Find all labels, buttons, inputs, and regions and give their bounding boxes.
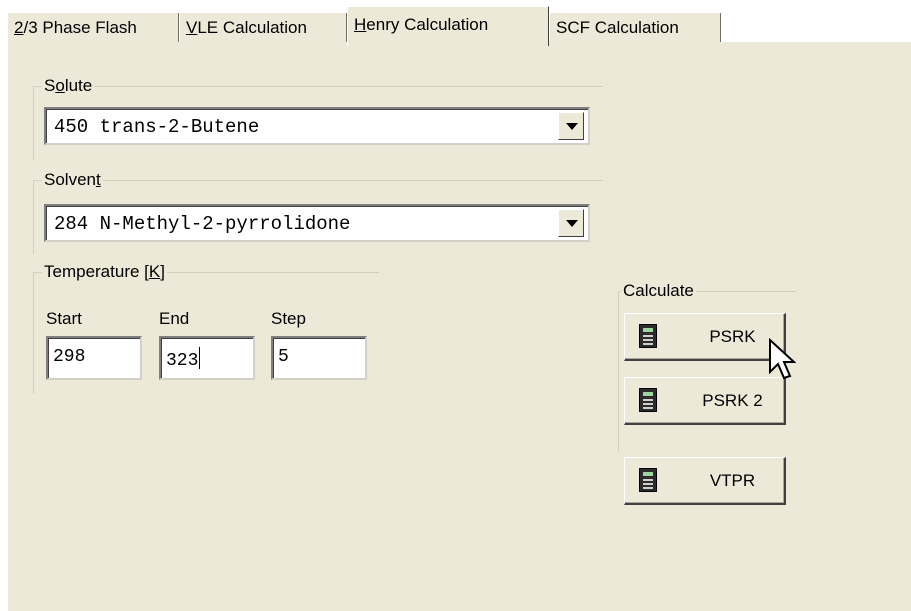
chevron-down-icon[interactable] (558, 209, 584, 237)
tab-vle-mnemonic: V (186, 18, 198, 37)
tab-scf-calculation[interactable]: SCF Calculation (549, 13, 721, 43)
tab-phase-flash[interactable]: 2/3 Phase Flash (8, 13, 179, 43)
psrk2-button-label: PSRK 2 (702, 391, 763, 410)
end-temperature-text: 323 (166, 347, 201, 371)
calculator-icon (639, 468, 657, 492)
step-temperature-input[interactable]: 5 (271, 336, 367, 380)
solute-label: Solute (42, 74, 95, 98)
calculator-icon (639, 324, 657, 348)
tab-scf-label: SCF Calculation (556, 18, 679, 37)
tab-phase-flash-label: /3 Phase Flash (23, 18, 137, 37)
tab-henry-mnemonic: H (354, 15, 367, 34)
end-temperature-input[interactable]: 323 (159, 336, 255, 380)
step-label: Step (271, 309, 306, 328)
vtpr-button-label: VTPR (709, 471, 756, 490)
solvent-combobox[interactable]: 284 N-Methyl-2-pyrrolidone (44, 204, 590, 242)
start-temperature-value: 298 (53, 347, 86, 367)
text-caret (199, 347, 201, 369)
calculator-icon (639, 388, 657, 412)
vtpr-button[interactable]: VTPR (624, 457, 786, 505)
psrk-button[interactable]: PSRK (624, 313, 786, 361)
tab-strip: 2/3 Phase Flash VLE Calculation Henry Ca… (8, 0, 911, 46)
start-temperature-input[interactable]: 298 (46, 336, 142, 380)
chevron-down-icon[interactable] (558, 112, 584, 140)
psrk-button-label: PSRK (709, 327, 756, 346)
solute-combobox[interactable]: 450 trans-2-Butene (44, 107, 590, 145)
end-label: End (159, 309, 190, 328)
solvent-value: 284 N-Methyl-2-pyrrolidone (54, 213, 351, 235)
tab-vle-calculation[interactable]: VLE Calculation (179, 13, 347, 43)
calculate-label: Calculate (621, 279, 696, 303)
solute-value: 450 trans-2-Butene (54, 116, 260, 138)
tab-henry-calculation[interactable]: Henry Calculation (347, 6, 549, 46)
solvent-label: Solvent (42, 168, 103, 192)
tab-henry-label: enry Calculation (366, 15, 489, 34)
start-label: Start (46, 309, 82, 328)
psrk2-button[interactable]: PSRK 2 (624, 377, 786, 425)
tab-vle-label: LE Calculation (197, 18, 307, 37)
temperature-label: Temperature [K] (42, 260, 167, 284)
mouse-cursor-icon (769, 338, 796, 380)
end-temperature-value: 323 (166, 351, 199, 371)
step-temperature-value: 5 (278, 347, 289, 367)
